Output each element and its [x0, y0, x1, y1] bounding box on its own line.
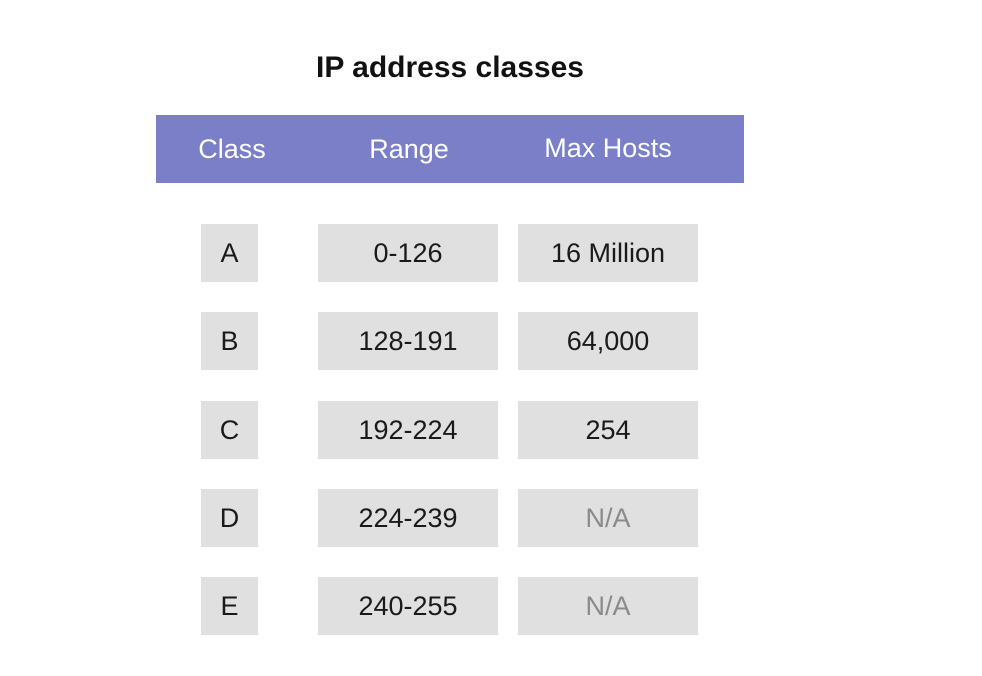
cell-max-hosts: 16 Million: [518, 224, 698, 282]
cell-max-hosts: 64,000: [518, 312, 698, 370]
cell-range: 224-239: [318, 489, 498, 547]
table-row: D 224-239 N/A: [0, 489, 982, 547]
table-header: Class Range Max Hosts: [156, 115, 744, 183]
cell-max-hosts: N/A: [518, 577, 698, 635]
table-row: C 192-224 254: [0, 401, 982, 459]
cell-range: 128-191: [318, 312, 498, 370]
table-row: B 128-191 64,000: [0, 312, 982, 370]
cell-class: C: [201, 401, 258, 459]
table-row: E 240-255 N/A: [0, 577, 982, 635]
table-row: A 0-126 16 Million: [0, 224, 982, 282]
page-title: IP address classes: [316, 51, 584, 84]
header-max-hosts: Max Hosts: [544, 133, 672, 163]
cell-class: A: [201, 224, 258, 282]
cell-max-hosts: N/A: [518, 489, 698, 547]
cell-class: E: [201, 577, 258, 635]
cell-range: 240-255: [318, 577, 498, 635]
cell-range: 0-126: [318, 224, 498, 282]
header-range: Range: [369, 134, 449, 164]
cell-max-hosts: 254: [518, 401, 698, 459]
cell-class: B: [201, 312, 258, 370]
header-class: Class: [198, 134, 266, 164]
cell-class: D: [201, 489, 258, 547]
cell-range: 192-224: [318, 401, 498, 459]
